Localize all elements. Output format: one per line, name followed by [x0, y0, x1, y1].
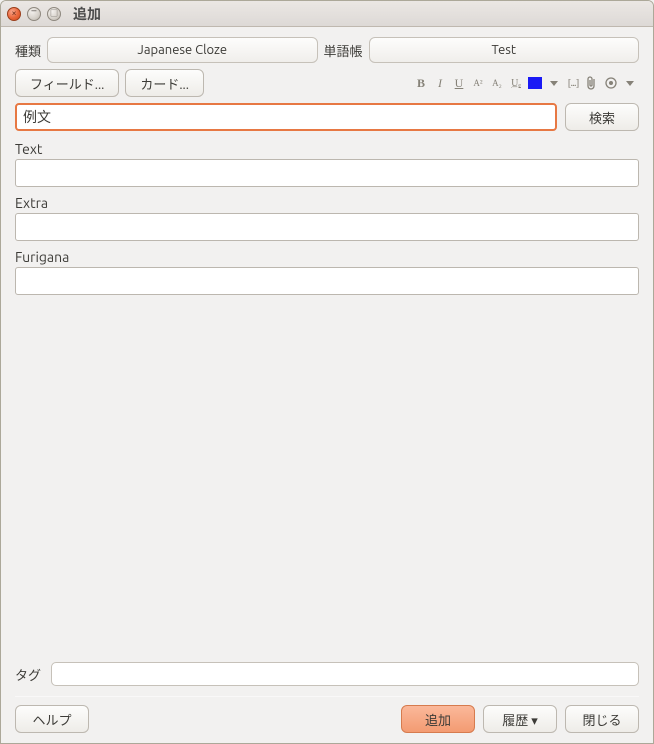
color-swatch-icon [528, 77, 542, 89]
more-dropdown[interactable] [621, 73, 639, 93]
search-button[interactable]: 検索 [565, 103, 639, 131]
record-button[interactable] [602, 73, 620, 93]
help-button-label: ヘルプ [32, 710, 71, 729]
close-button[interactable]: 閉じる [565, 705, 639, 733]
field-furigana: Furigana [15, 249, 639, 295]
x-icon: × [11, 9, 16, 18]
field-extra: Extra [15, 195, 639, 241]
deck-selector[interactable]: Test [369, 37, 639, 63]
fields-button-label: フィールド... [30, 74, 104, 93]
search-button-label: 検索 [589, 108, 615, 127]
maximize-window-button[interactable]: □ [47, 7, 61, 21]
tags-input[interactable] [51, 662, 639, 686]
underline-button[interactable]: U [450, 73, 468, 93]
history-button-label: 履歴 ▾ [502, 710, 538, 729]
cloze-button[interactable]: [...] [564, 73, 582, 93]
cards-button-label: カード... [140, 74, 189, 93]
deck-label: 単語帳 [324, 41, 363, 60]
close-button-label: 閉じる [582, 710, 621, 729]
footer-row: ヘルプ 追加 履歴 ▾ 閉じる [15, 696, 639, 733]
titlebar: × − □ 追加 [1, 1, 653, 27]
format-toolbar: B I U A² A₂ U̲ₑ [...] [412, 73, 639, 93]
toolbar-row: フィールド... カード... B I U A² A₂ U̲ₑ [...] [15, 69, 639, 97]
text-color-dropdown[interactable] [545, 73, 563, 93]
attach-button[interactable] [583, 73, 601, 93]
chevron-down-icon [626, 81, 634, 86]
add-note-window: × − □ 追加 種類 Japanese Cloze 単語帳 Test フィール… [0, 0, 654, 744]
field-input-text[interactable] [15, 159, 639, 187]
field-label: Furigana [15, 249, 639, 265]
tags-row: タグ [15, 662, 639, 686]
add-button-label: 追加 [425, 710, 451, 729]
field-text: Text [15, 141, 639, 187]
field-label: Extra [15, 195, 639, 211]
remove-format-button[interactable]: U̲ₑ [507, 73, 525, 93]
window-title: 追加 [73, 4, 101, 24]
deck-value: Test [491, 43, 516, 57]
text-color-button[interactable] [526, 73, 544, 93]
tags-label: タグ [15, 665, 41, 684]
add-button[interactable]: 追加 [401, 705, 475, 733]
record-icon [605, 77, 617, 89]
italic-button[interactable]: I [431, 73, 449, 93]
type-deck-row: 種類 Japanese Cloze 単語帳 Test [15, 37, 639, 63]
minimize-icon: − [31, 6, 37, 17]
help-button[interactable]: ヘルプ [15, 705, 89, 733]
note-type-label: 種類 [15, 41, 41, 60]
subscript-button[interactable]: A₂ [488, 73, 506, 93]
history-button[interactable]: 履歴 ▾ [483, 705, 557, 733]
minimize-window-button[interactable]: − [27, 7, 41, 21]
maximize-icon: □ [50, 10, 58, 18]
field-input-extra[interactable] [15, 213, 639, 241]
bold-button[interactable]: B [412, 73, 430, 93]
paperclip-icon [587, 76, 597, 90]
note-type-value: Japanese Cloze [137, 43, 227, 57]
bottom-area: タグ ヘルプ 追加 履歴 ▾ 閉じる [15, 662, 639, 733]
cards-button[interactable]: カード... [125, 69, 204, 97]
search-row: 検索 [15, 103, 639, 131]
close-window-button[interactable]: × [7, 7, 21, 21]
search-input[interactable] [15, 103, 557, 131]
field-label: Text [15, 141, 639, 157]
content-area: 種類 Japanese Cloze 単語帳 Test フィールド... カード.… [1, 27, 653, 743]
chevron-down-icon [550, 81, 558, 86]
superscript-button[interactable]: A² [469, 73, 487, 93]
field-input-furigana[interactable] [15, 267, 639, 295]
note-fields: Text Extra Furigana [15, 133, 639, 295]
note-type-selector[interactable]: Japanese Cloze [47, 37, 317, 63]
fields-button[interactable]: フィールド... [15, 69, 119, 97]
